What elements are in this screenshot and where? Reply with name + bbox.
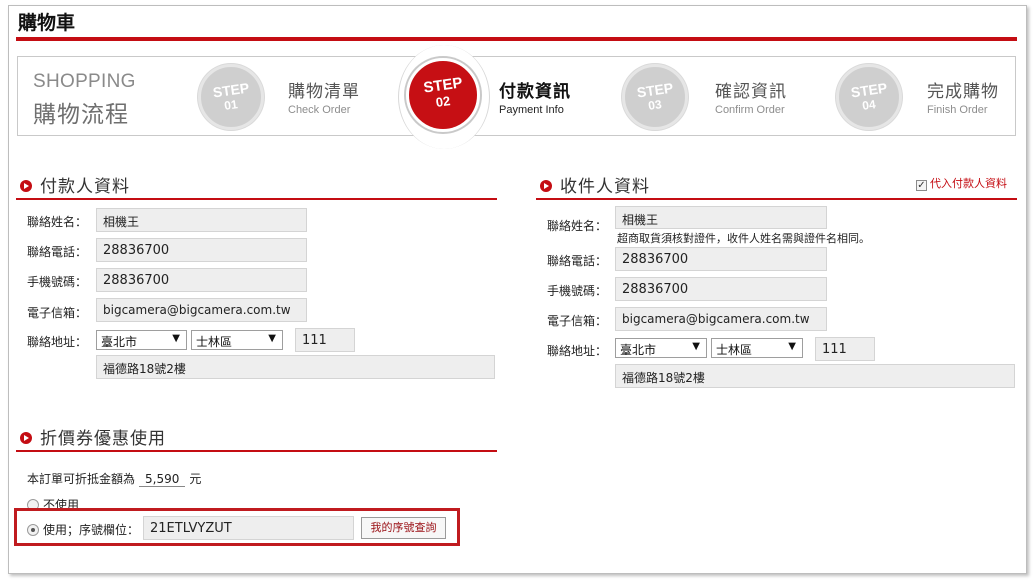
step-04-title: 完成購物 <box>927 82 999 102</box>
coupon-section-rule <box>16 450 497 452</box>
step-01-badge: STEP 01 <box>198 64 264 130</box>
receiver-name-field[interactable]: 相機王 <box>615 206 827 229</box>
payer-name-label: 聯絡姓名： <box>27 215 88 229</box>
payer-section-heading: 付款人資料 <box>20 172 130 197</box>
payer-section-rule <box>16 198 497 200</box>
arrow-bullet-icon <box>540 180 552 192</box>
step-01-text: 購物清單 Check Order <box>288 77 360 116</box>
step-01-subtitle: Check Order <box>288 104 351 116</box>
step-03-text: 確認資訊 Confirm Order <box>715 77 787 116</box>
step-04-subtitle: Finish Order <box>927 104 988 116</box>
payer-district-select[interactable]: 士林區 ▼ <box>191 330 283 350</box>
payer-name-field[interactable]: 相機王 <box>96 208 307 232</box>
step-03-badge: STEP 03 <box>622 64 688 130</box>
payer-district-value: 士林區 <box>196 335 233 349</box>
payer-email-field[interactable]: bigcamera@bigcamera.com.tw <box>96 298 307 322</box>
checkbox-checked-icon: ✓ <box>916 180 927 191</box>
payer-email-label: 電子信箱： <box>27 306 88 320</box>
receiver-section-heading: 收件人資料 <box>540 172 650 197</box>
dropdown-arrow-icon: ▼ <box>692 341 700 352</box>
coupon-heading-text: 折價券優惠使用 <box>40 429 166 449</box>
receiver-mobile-label: 手機號碼： <box>547 284 608 298</box>
payer-mobile-field[interactable]: 28836700 <box>96 268 307 292</box>
payer-zip-field[interactable]: 111 <box>295 328 355 352</box>
receiver-zip-field[interactable]: 111 <box>815 337 875 361</box>
receiver-name-label: 聯絡姓名： <box>547 219 608 233</box>
step-03-title: 確認資訊 <box>715 82 787 102</box>
payer-mobile-label: 手機號碼： <box>27 275 88 289</box>
copy-payer-checkbox[interactable]: ✓ 代入付款人資料 <box>916 175 1007 191</box>
receiver-district-select[interactable]: 士林區 ▼ <box>711 338 803 358</box>
receiver-phone-field[interactable]: 28836700 <box>615 247 827 271</box>
receiver-street-field[interactable]: 福德路18號2樓 <box>615 364 1015 388</box>
step-01-title: 購物清單 <box>288 82 360 102</box>
copy-payer-label: 代入付款人資料 <box>930 177 1007 190</box>
payer-street-field[interactable]: 福德路18號2樓 <box>96 355 495 379</box>
receiver-email-field[interactable]: bigcamera@bigcamera.com.tw <box>615 307 827 331</box>
payer-address-label: 聯絡地址： <box>27 335 88 349</box>
dropdown-arrow-icon: ▼ <box>172 333 180 344</box>
receiver-section-rule <box>536 198 1017 200</box>
receiver-address-label: 聯絡地址： <box>547 344 608 358</box>
step-02-badge-active: STEP 02 <box>406 58 480 132</box>
receiver-mobile-field[interactable]: 28836700 <box>615 277 827 301</box>
payer-heading-text: 付款人資料 <box>40 177 130 197</box>
receiver-district-value: 士林區 <box>716 343 753 357</box>
dropdown-arrow-icon: ▼ <box>788 341 796 352</box>
arrow-bullet-icon <box>20 180 32 192</box>
payer-city-select[interactable]: 臺北市 ▼ <box>96 330 187 350</box>
step-03-subtitle: Confirm Order <box>715 104 785 116</box>
step-04-text: 完成購物 Finish Order <box>927 77 999 116</box>
coupon-amount-value: 5,590 <box>139 472 186 487</box>
receiver-heading-text: 收件人資料 <box>560 177 650 197</box>
receiver-phone-label: 聯絡電話： <box>547 254 608 268</box>
coupon-amount-prefix: 本訂單可折抵金額為 <box>27 472 136 486</box>
step-02-text: 付款資訊 Payment Info <box>499 77 571 116</box>
dropdown-arrow-icon: ▼ <box>268 333 276 344</box>
steps-label-en: SHOPPING <box>33 71 136 92</box>
payer-phone-field[interactable]: 28836700 <box>96 238 307 262</box>
coupon-amount-line: 本訂單可折抵金額為 5,590 元 <box>27 470 201 487</box>
coupon-amount-suffix: 元 <box>189 472 202 486</box>
receiver-city-value: 臺北市 <box>620 343 657 357</box>
page-title: 購物車 <box>18 12 76 34</box>
serial-lookup-button[interactable]: 我的序號查詢 <box>361 517 446 539</box>
coupon-option-use-label: 使用；序號欄位： <box>43 523 140 537</box>
payer-city-value: 臺北市 <box>101 335 138 349</box>
arrow-bullet-icon <box>20 432 32 444</box>
coupon-section-heading: 折價券優惠使用 <box>20 424 166 449</box>
step-02-subtitle: Payment Info <box>499 104 564 116</box>
step-02-title: 付款資訊 <box>499 82 571 102</box>
receiver-name-note: 超商取貨須核對證件，收件人姓名需與證件名相同。 <box>617 232 870 245</box>
receiver-email-label: 電子信箱： <box>547 314 608 328</box>
payer-phone-label: 聯絡電話： <box>27 245 88 259</box>
checkout-steps: SHOPPING 購物流程 STEP 01 購物清單 Check Order S… <box>17 45 1016 149</box>
radio-selected-icon[interactable] <box>27 524 39 536</box>
title-rule <box>16 37 1017 41</box>
coupon-serial-input[interactable]: 21ETLVYZUT <box>143 516 354 540</box>
steps-label-zh: 購物流程 <box>33 102 129 128</box>
receiver-city-select[interactable]: 臺北市 ▼ <box>615 338 707 358</box>
step-04-badge: STEP 04 <box>836 64 902 130</box>
coupon-option-use[interactable]: 使用；序號欄位： <box>27 521 139 538</box>
